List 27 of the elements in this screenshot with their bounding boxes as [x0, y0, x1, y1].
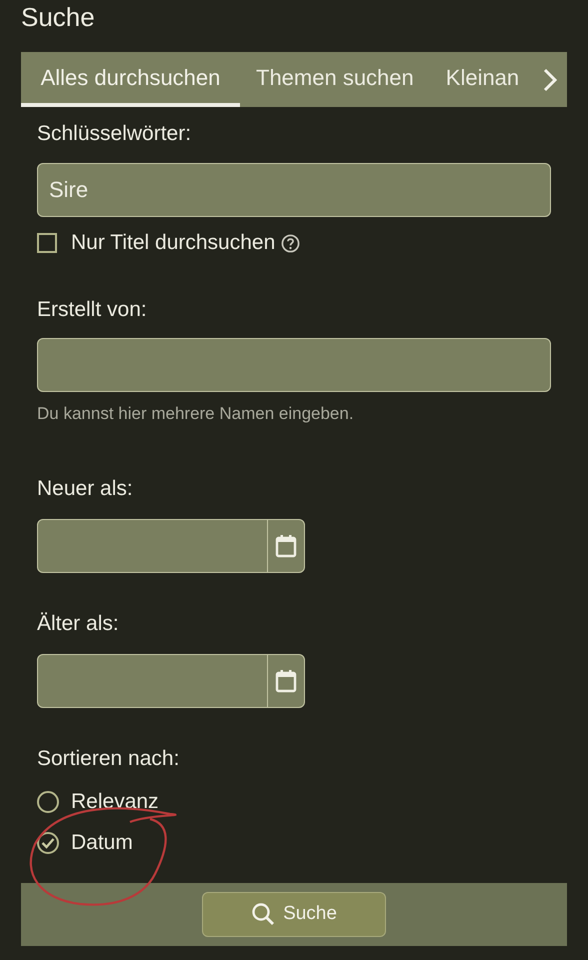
author-field[interactable] [37, 338, 551, 392]
radio-button[interactable] [37, 832, 59, 854]
field-label: Neuer als: [37, 476, 133, 502]
radio-label: Datum [71, 830, 133, 856]
date-field[interactable] [37, 654, 305, 708]
checkbox[interactable] [37, 233, 57, 253]
check-icon [41, 836, 55, 848]
radio-button[interactable] [37, 790, 59, 812]
tab[interactable]: Themen suchen [240, 52, 430, 107]
page-title: Suche [20, 1, 96, 34]
field-label: Älter als: [37, 610, 119, 636]
chevron-right-icon [543, 68, 557, 92]
field-label: Schlüsselwörter: [37, 121, 192, 147]
calendar-icon [275, 534, 297, 558]
radio-label: Relevanz [71, 788, 159, 815]
keywords-field[interactable]: Sire [37, 163, 551, 217]
tab[interactable]: Kleinan [430, 52, 520, 107]
checkbox-label: Nur Titel durchsuchen [71, 230, 276, 256]
help-icon[interactable] [281, 234, 300, 252]
hint-text: Du kannst hier mehrere Namen eingeben. [37, 403, 354, 425]
field-label: Sortieren nach: [37, 746, 180, 772]
date-field[interactable] [37, 518, 305, 572]
search-icon [251, 902, 276, 926]
tab[interactable]: Alles durchsuchen [21, 52, 240, 107]
calendar-icon [275, 668, 297, 692]
search-button[interactable]: Suche [202, 892, 386, 936]
field-label: Erstellt von: [37, 297, 147, 323]
